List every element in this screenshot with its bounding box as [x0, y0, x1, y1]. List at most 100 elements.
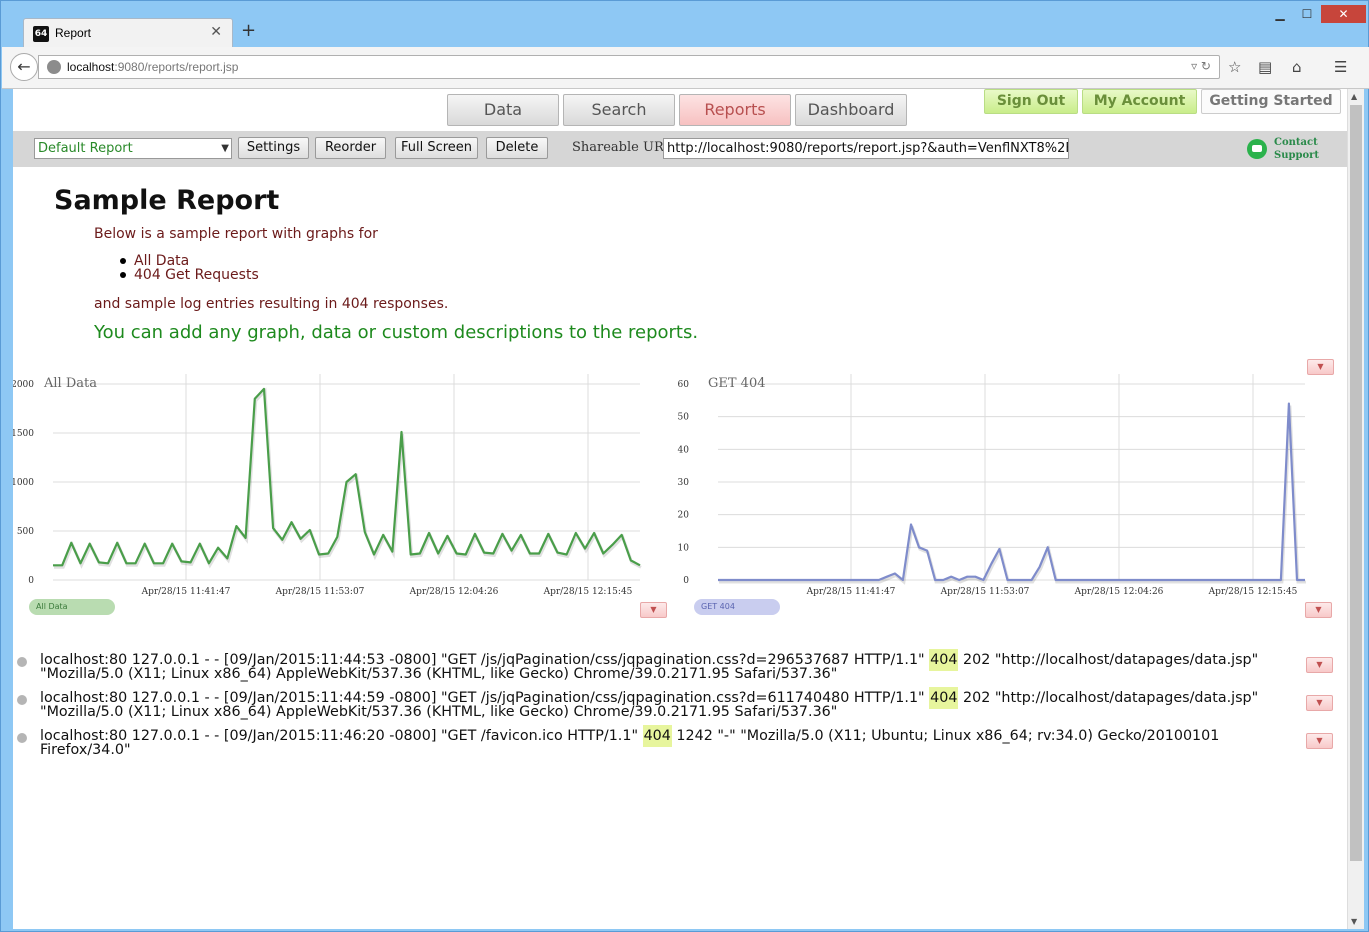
- close-tab-icon[interactable]: ✕: [210, 24, 222, 40]
- x-tick-label: Apr/28/15 12:04:26: [409, 587, 499, 597]
- get-404-chart: 0 10 20 30 40 50 60 Apr/28/15 11:41:47 Apr/28/15…: [678, 374, 1306, 597]
- favicon-icon: 64: [33, 26, 49, 42]
- x-tick-label: Apr/28/15 11:53:07: [275, 587, 365, 597]
- browser-window: 64 Report ✕ + ▁ ☐ ✕ ← localhost:9080/rep…: [0, 0, 1369, 932]
- chevron-down-icon: ▼: [221, 143, 229, 154]
- status-code-highlight: 404: [929, 687, 959, 709]
- log-text: "Mozilla/5.0 (X11; Linux x86_64) AppleWe…: [40, 666, 838, 682]
- full-screen-button[interactable]: Full Screen: [395, 137, 478, 159]
- url-text: localhost:9080/reports/report.jsp: [67, 60, 239, 74]
- log-text: 202 "http://localhost/datapages/data.jsp…: [958, 690, 1259, 706]
- tab-data[interactable]: Data: [447, 94, 559, 126]
- minimize-icon[interactable]: ▁: [1267, 5, 1293, 23]
- log-bullet-icon: [17, 695, 27, 705]
- y-tick-label: 60: [678, 380, 690, 390]
- tab-reports[interactable]: Reports: [679, 94, 791, 126]
- y-tick-label: 10: [678, 543, 690, 553]
- all-data-legend[interactable]: All Data: [29, 599, 115, 615]
- reorder-button[interactable]: Reorder: [315, 137, 386, 159]
- reading-list-icon[interactable]: ▤: [1258, 58, 1272, 76]
- y-tick-label: 2000: [13, 380, 34, 390]
- chat-icon[interactable]: [1247, 139, 1267, 159]
- all-data-chart: 0 500 1000 1500 2000 Apr/28/15 11:41:47 Apr/28…: [13, 374, 642, 597]
- window-close-icon[interactable]: ✕: [1321, 5, 1366, 23]
- chart-menu-button[interactable]: ▼: [1305, 602, 1332, 618]
- y-tick-label: 20: [678, 511, 690, 521]
- x-tick-label: Apr/28/15 11:41:47: [806, 587, 896, 597]
- series-shadow: [719, 405, 1306, 585]
- y-tick-label: 0: [683, 576, 689, 586]
- vertical-scrollbar[interactable]: ▲ ▼: [1347, 89, 1364, 929]
- report-intro: Below is a sample report with graphs for: [94, 226, 378, 242]
- bookmark-star-icon[interactable]: ☆: [1228, 58, 1241, 76]
- globe-icon: [47, 60, 61, 74]
- report-select[interactable]: Default Report ▼: [34, 138, 232, 159]
- tab-bar: 64 Report ✕ + ▁ ☐ ✕: [1, 1, 1369, 48]
- y-tick-label: 1500: [13, 429, 34, 439]
- x-tick-label: Apr/28/15 12:15:45: [1208, 587, 1298, 597]
- navigation-toolbar: ← localhost:9080/reports/report.jsp ▿ ↻ …: [2, 47, 1369, 89]
- y-tick-label: 1000: [13, 478, 34, 488]
- series-line: [53, 387, 641, 567]
- scroll-up-icon[interactable]: ▲: [1351, 92, 1357, 101]
- x-tick-label: Apr/28/15 12:15:45: [543, 587, 633, 597]
- my-account-button[interactable]: My Account: [1082, 89, 1197, 114]
- address-bar[interactable]: localhost:9080/reports/report.jsp ▿ ↻: [38, 55, 1220, 79]
- delete-button[interactable]: Delete: [486, 137, 548, 159]
- settings-button[interactable]: Settings: [238, 137, 309, 159]
- log-text: 202 "http://localhost/datapages/data.jsp…: [958, 652, 1259, 668]
- log-menu-button[interactable]: ▼: [1306, 733, 1333, 749]
- chart-menu-button[interactable]: ▼: [640, 602, 667, 618]
- y-tick-label: 40: [678, 445, 690, 455]
- get-404-chart-title: GET 404: [708, 376, 766, 391]
- y-tick-label: 0: [28, 576, 34, 586]
- chart-menu-button[interactable]: ▼: [1307, 359, 1334, 375]
- log-bullet-icon: [17, 733, 27, 743]
- series-line: [718, 402, 1305, 582]
- home-icon[interactable]: ⌂: [1292, 58, 1302, 76]
- scroll-down-icon[interactable]: ▼: [1351, 917, 1357, 926]
- x-tick-label: Apr/28/15 11:53:07: [940, 587, 1030, 597]
- report-select-value: Default Report: [38, 141, 133, 156]
- x-tick-label: Apr/28/15 11:41:47: [141, 587, 231, 597]
- back-arrow-icon[interactable]: ←: [10, 53, 38, 81]
- report-toolbar: Default Report ▼ Settings Reorder Full Sc…: [13, 131, 1347, 167]
- page-content: Data Search Reports Dashboard Sign Out M…: [13, 89, 1347, 929]
- log-text: Firefox/34.0": [40, 742, 131, 758]
- status-code-highlight: 404: [929, 649, 959, 671]
- getting-started-button[interactable]: Getting Started: [1201, 89, 1341, 114]
- get-404-legend[interactable]: GET 404: [694, 599, 780, 615]
- list-item: All Data: [118, 254, 259, 268]
- log-bullet-icon: [17, 657, 27, 667]
- report-description: and sample log entries resulting in 404 …: [94, 296, 449, 312]
- shareable-url-label: Shareable URL:: [572, 140, 677, 155]
- browser-tab[interactable]: 64 Report ✕: [23, 18, 233, 48]
- shareable-url-input[interactable]: http://localhost:9080/reports/report.jsp…: [663, 138, 1069, 159]
- report-items-list: All Data 404 Get Requests: [118, 254, 259, 282]
- series-shadow: [54, 387, 642, 569]
- scrollbar-thumb[interactable]: [1350, 105, 1362, 861]
- maximize-icon[interactable]: ☐: [1294, 5, 1320, 23]
- y-tick-label: 50: [678, 413, 690, 423]
- reload-icon[interactable]: ▿ ↻: [1191, 59, 1211, 73]
- log-text: "Mozilla/5.0 (X11; Linux x86_64) AppleWe…: [40, 704, 838, 720]
- menu-icon[interactable]: ☰: [1334, 58, 1347, 76]
- log-entry: localhost:80 127.0.0.1 - - [09/Jan/2015:…: [40, 725, 1220, 758]
- sign-out-button[interactable]: Sign Out: [984, 89, 1078, 114]
- y-tick-label: 500: [17, 527, 34, 537]
- tab-title: Report: [55, 26, 92, 40]
- tab-search[interactable]: Search: [563, 94, 675, 126]
- log-menu-button[interactable]: ▼: [1306, 695, 1333, 711]
- log-menu-button[interactable]: ▼: [1306, 657, 1333, 673]
- all-data-chart-title: All Data: [44, 376, 97, 391]
- report-highlight: You can add any graph, data or custom de…: [94, 322, 699, 343]
- log-entry: localhost:80 127.0.0.1 - - [09/Jan/2015:…: [40, 687, 1259, 720]
- log-text: 1242 "-" "Mozilla/5.0 (X11; Ubuntu; Linu…: [671, 728, 1220, 744]
- y-tick-label: 30: [678, 478, 690, 488]
- contact-support-link[interactable]: Contact Support: [1274, 136, 1319, 162]
- log-entry: localhost:80 127.0.0.1 - - [09/Jan/2015:…: [40, 649, 1259, 682]
- list-item: 404 Get Requests: [118, 268, 259, 282]
- tab-dashboard[interactable]: Dashboard: [795, 94, 907, 126]
- status-code-highlight: 404: [642, 725, 672, 747]
- new-tab-icon[interactable]: +: [241, 20, 256, 41]
